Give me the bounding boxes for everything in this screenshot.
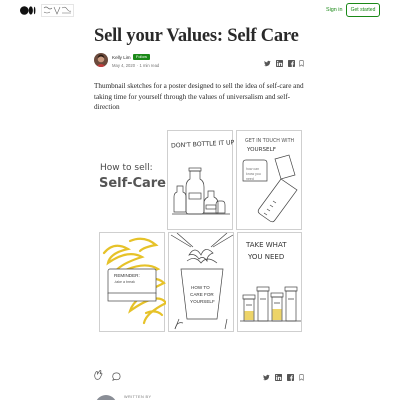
poster-title-line2: Self-Care [99, 176, 166, 191]
plant-pot-drawing [170, 233, 234, 330]
meta-separator: · [136, 63, 138, 68]
author-avatar[interactable] [94, 53, 108, 67]
twitter-icon[interactable] [263, 59, 271, 67]
flip-phone-drawing [242, 154, 298, 223]
sketch-dont-bottle-it-up: DON'T BOTTLE IT UP [167, 130, 234, 230]
linkedin-icon[interactable] [275, 59, 283, 67]
sketch4-caption-line1: HOW TO [191, 285, 210, 290]
poster-title-line1: How to sell: [100, 163, 153, 173]
facebook-icon[interactable] [287, 59, 295, 67]
article-title: Sell your Values: Self Care [94, 26, 299, 46]
pill-bottles-drawing [240, 286, 301, 322]
sign-in-link[interactable]: Sign in [326, 7, 342, 13]
sketch-get-in-touch: GET IN TOUCH WITH YOURSELF how can know … [236, 130, 302, 230]
medium-logo-icon[interactable] [20, 6, 36, 15]
poster-title-image: How to sell: Self-Care [95, 130, 166, 230]
top-bar: Sign in Get started [0, 0, 400, 22]
facebook-icon-bottom[interactable] [287, 368, 295, 381]
bookmark-icon[interactable] [297, 59, 305, 67]
bottles-drawing [172, 167, 230, 215]
sketch-reminder: REMINDER: -take a break [99, 232, 166, 332]
sketch-how-to-care: HOW TO CARE FOR YOURSELF [168, 232, 234, 332]
sketch-take-what-you-need: TAKE WHAT YOU NEED [237, 232, 302, 332]
twitter-icon-bottom[interactable] [263, 368, 271, 381]
article-paragraph: Thumbnail sketches for a poster designed… [94, 82, 304, 112]
publication-logo-icon[interactable] [41, 4, 74, 17]
sketch3-caption-line2: -take a break [114, 280, 135, 284]
publish-date: May 4, 2020 [112, 63, 136, 68]
read-time: 1 min read [139, 63, 160, 68]
sketch3-caption-line1: REMINDER: [114, 273, 140, 278]
sketch4-caption-line2: CARE FOR [190, 292, 214, 297]
comment-icon[interactable] [112, 368, 121, 381]
get-started-button[interactable]: Get started [346, 3, 380, 17]
clap-icon[interactable] [93, 367, 103, 380]
footer-author-avatar[interactable] [95, 395, 117, 400]
bookmark-icon-bottom[interactable] [298, 368, 306, 381]
sketch4-caption-line3: YOURSELF [190, 299, 215, 304]
article-meta: May 4, 2020 · 1 min read [112, 63, 159, 68]
follow-button[interactable]: Follow [133, 54, 150, 60]
author-name[interactable]: Kelly Lim [112, 55, 131, 60]
linkedin-icon-bottom[interactable] [275, 368, 283, 381]
written-by-label: WRITTEN BY [124, 395, 152, 399]
